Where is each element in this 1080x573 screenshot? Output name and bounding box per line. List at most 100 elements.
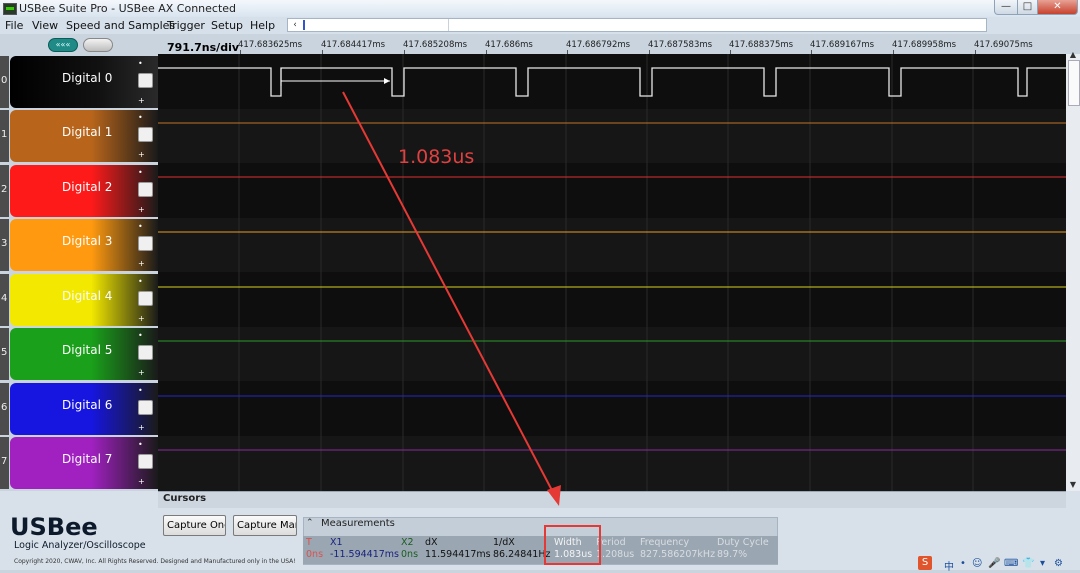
channel-checkbox-1[interactable]	[138, 127, 153, 142]
scroll-left-toggle[interactable]: «««	[48, 38, 78, 52]
width-highlight-box	[544, 525, 601, 565]
channel-mark-bottom: +	[138, 96, 145, 105]
menu-setup[interactable]: Setup	[211, 19, 243, 32]
overview-scrollbar[interactable]: ‹	[287, 18, 987, 32]
keyboard-icon[interactable]: ⌨	[1004, 558, 1018, 569]
scroll-up-icon[interactable]: ▲	[1066, 50, 1080, 59]
menu-speed-and-samples[interactable]: Speed and Samples	[66, 19, 175, 32]
channel-mark-top: •	[138, 59, 143, 68]
scroll-down-icon[interactable]: ▼	[1066, 480, 1080, 489]
capture-once-button[interactable]: Capture Once	[163, 515, 226, 536]
channel-name: Digital 7	[62, 452, 113, 466]
channel-row-5[interactable]: 5 • Digital 5 +	[0, 328, 160, 380]
meas-header-x1: X1	[330, 537, 343, 548]
scroll-right-toggle[interactable]	[83, 38, 113, 52]
collapse-chevron-icon[interactable]: ⌃	[306, 518, 314, 528]
capture-manual-button[interactable]: Capture Manual	[233, 515, 297, 536]
channel-row-2[interactable]: 2 • Digital 2 +	[0, 165, 160, 217]
overview-left-arrow-icon[interactable]: ‹	[289, 19, 301, 31]
settings-icon[interactable]: ⚙	[1054, 558, 1063, 569]
language-icon[interactable]: 中	[944, 558, 954, 573]
channel-checkbox-5[interactable]	[138, 345, 153, 360]
emoji-icon[interactable]: ☺	[972, 558, 982, 569]
dot-icon[interactable]: •	[960, 558, 966, 569]
meas-value-frequency: 827.586207kHz	[640, 549, 716, 560]
channel-checkbox-6[interactable]	[138, 400, 153, 415]
window-title: USBee Suite Pro - USBee AX Connected	[19, 2, 237, 15]
vertical-scrollbar[interactable]: ▲ ▼	[1066, 50, 1080, 491]
shirt-icon[interactable]: 👕	[1022, 558, 1034, 569]
ruler-tick: 417.683625ms	[238, 40, 303, 50]
channel-checkbox-2[interactable]	[138, 182, 153, 197]
microphone-icon[interactable]: 🎤	[988, 558, 1000, 569]
menu-trigger[interactable]: Trigger	[167, 19, 205, 32]
channel-mark-top: •	[138, 331, 143, 340]
channel-number: 6	[0, 383, 9, 435]
overview-position-marker[interactable]	[303, 20, 305, 30]
time-ruler[interactable]: 417.683625ms 417.684417ms 417.685208ms 4…	[238, 36, 1068, 54]
channel-label-3[interactable]: • Digital 3 +	[10, 219, 158, 271]
cursors-bar[interactable]	[158, 491, 1066, 508]
channel-row-4[interactable]: 4 • Digital 4 +	[0, 274, 160, 326]
brand-logo: USBee	[10, 513, 98, 541]
meas-header-t: T	[306, 537, 312, 548]
meas-header-inv-dx: 1/dX	[493, 537, 515, 548]
dropdown-icon[interactable]: ▾	[1040, 558, 1045, 569]
channel-row-3[interactable]: 3 • Digital 3 +	[0, 219, 160, 271]
channel-number: 2	[0, 165, 9, 217]
channel-mark-bottom: +	[138, 259, 145, 268]
menu-help[interactable]: Help	[250, 19, 275, 32]
channel-label-5[interactable]: • Digital 5 +	[10, 328, 158, 380]
ruler-tick: 417.689167ms	[810, 40, 875, 50]
meas-value-inv-dx: 86.24841Hz	[493, 549, 551, 560]
channel-checkbox-0[interactable]	[138, 73, 153, 88]
channel-label-2[interactable]: • Digital 2 +	[10, 165, 158, 217]
channel-name: Digital 5	[62, 343, 113, 357]
brand-subtitle: Logic Analyzer/Oscilloscope	[14, 540, 146, 551]
channel-mark-bottom: +	[138, 205, 145, 214]
meas-value-x1: -11.594417ms	[330, 549, 400, 560]
meas-value-x2: 0ns	[401, 549, 419, 560]
channel-checkbox-4[interactable]	[138, 291, 153, 306]
menu-file[interactable]: File	[5, 19, 23, 32]
channel-mark-bottom: +	[138, 477, 145, 486]
channel-mark-top: •	[138, 277, 143, 286]
waveform-display[interactable]	[158, 54, 1066, 491]
ruler-tick: 417.687583ms	[648, 40, 713, 50]
channel-name: Digital 4	[62, 289, 113, 303]
channel-checkbox-7[interactable]	[138, 454, 153, 469]
ruler-tick: 417.685208ms	[403, 40, 468, 50]
menu-view[interactable]: View	[32, 19, 58, 32]
channel-name: Digital 3	[62, 234, 113, 248]
channel-label-7[interactable]: • Digital 7 +	[10, 437, 158, 489]
minimize-button[interactable]: —	[994, 0, 1018, 15]
channel-checkbox-3[interactable]	[138, 236, 153, 251]
scroll-thumb[interactable]	[1068, 60, 1080, 106]
channel-name: Digital 0	[62, 71, 113, 85]
lane-backgrounds	[158, 54, 1066, 491]
channel-row-1[interactable]: 1 • Digital 1 +	[0, 110, 160, 162]
meas-value-duty-cycle: 89.7%	[717, 549, 748, 560]
channel-row-7[interactable]: 7 • Digital 7 +	[0, 437, 160, 489]
channel-label-0[interactable]: • Digital 0 +	[10, 56, 158, 108]
channel-label-6[interactable]: • Digital 6 +	[10, 383, 158, 435]
meas-header-frequency: Frequency	[640, 537, 690, 548]
channel-row-6[interactable]: 6 • Digital 6 +	[0, 383, 160, 435]
channel-label-1[interactable]: • Digital 1 +	[10, 110, 158, 162]
channel-mark-top: •	[138, 113, 143, 122]
lane-bg	[158, 327, 1066, 381]
lane-bg	[158, 163, 1066, 218]
channel-label-4[interactable]: • Digital 4 +	[10, 274, 158, 326]
maximize-button[interactable]: □	[1017, 0, 1038, 15]
ruler-tick: 417.688375ms	[729, 40, 794, 50]
meas-header-dx: dX	[425, 537, 438, 548]
channel-number: 3	[0, 219, 9, 271]
meas-value-t: 0ns	[306, 549, 324, 560]
channel-row-0[interactable]: 0 • Digital 0 +	[0, 56, 160, 108]
channel-mark-top: •	[138, 222, 143, 231]
channel-mark-bottom: +	[138, 314, 145, 323]
channel-mark-top: •	[138, 168, 143, 177]
time-per-div: 791.7ns/div	[167, 41, 240, 54]
waveform-canvas	[158, 54, 1066, 491]
close-button[interactable]: ✕	[1037, 0, 1078, 15]
